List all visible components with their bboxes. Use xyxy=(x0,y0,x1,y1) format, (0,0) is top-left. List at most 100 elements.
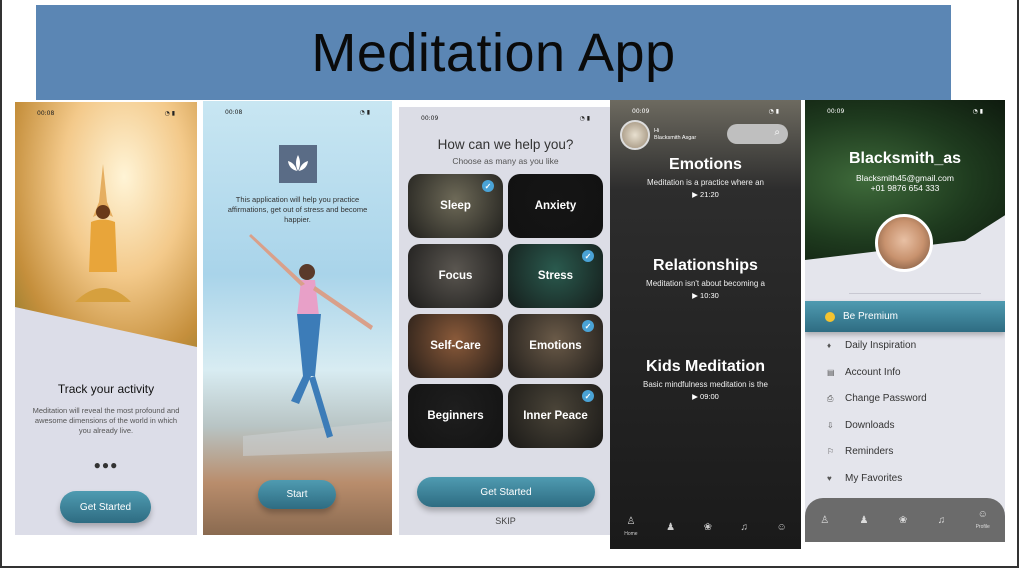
topic-tile[interactable]: Emotions ✓ xyxy=(508,314,603,378)
check-icon: ✓ xyxy=(582,250,594,262)
menu-item-label: My Favorites xyxy=(845,472,903,484)
menu-item-label: Daily Inspiration xyxy=(845,340,917,351)
screen-choose-topics: 00:09 ◔ ▮ How can we help you? Choose as … xyxy=(399,107,612,535)
status-icons: ◔ ▮ xyxy=(359,109,370,116)
status-time: 00:09 xyxy=(827,108,845,115)
get-started-button[interactable]: Get Started xyxy=(60,491,151,523)
user-name: Blacksmith Asgar xyxy=(654,135,697,142)
lotus-icon[interactable]: ❀ xyxy=(704,522,712,533)
lotus-logo-icon xyxy=(279,145,317,183)
screen-home: 00:09 ◔ ▮ Hi Blacksmith Asgar ⌕ Emotions M… xyxy=(610,100,801,549)
topic-label: Anxiety xyxy=(534,200,577,212)
topic-label: Sleep xyxy=(440,200,471,212)
card-duration: 10:30 xyxy=(700,291,719,300)
heart-icon: ♥ xyxy=(827,473,832,483)
menu-item[interactable]: ♥ My Favorites xyxy=(827,473,902,484)
screen-intro: 00:08 ◔ ▮ This application will help you … xyxy=(203,101,392,535)
screen3-subtitle: Choose as many as you like xyxy=(452,156,559,166)
topic-tile[interactable]: Inner Peace ✓ xyxy=(508,384,603,448)
get-started-button[interactable]: Get Started xyxy=(417,477,595,507)
search-input[interactable]: ⌕ xyxy=(727,124,788,144)
pager-dots[interactable]: ●●● xyxy=(15,458,197,472)
search-icon: ⌕ xyxy=(774,127,780,138)
card-duration: 21:20 xyxy=(700,190,719,199)
meditation-card[interactable]: Emotions Meditation is a practice where a… xyxy=(610,156,801,199)
card-title: Emotions xyxy=(669,156,742,173)
skip-link[interactable]: SKIP xyxy=(399,516,612,526)
profile-icon: ☺ xyxy=(977,509,988,520)
password-icon: ⎙ xyxy=(827,393,834,403)
menu-item[interactable]: ⇩ Downloads xyxy=(827,420,894,431)
meditate-icon[interactable]: ♟ xyxy=(666,522,675,533)
status-time: 00:08 xyxy=(37,110,55,117)
menu-item[interactable]: ⚐ Reminders xyxy=(827,446,893,457)
play-icon[interactable]: ▶ xyxy=(692,392,700,401)
card-description: Meditation is a practice where an xyxy=(647,178,764,187)
yoga-person-illustration xyxy=(75,164,131,302)
topic-tile[interactable]: Sleep ✓ xyxy=(408,174,503,238)
topic-tile[interactable]: Self-Care xyxy=(408,314,503,378)
screen1-heading: Track your activity xyxy=(57,382,155,396)
home-icon: ♙ xyxy=(626,516,636,527)
status-icons: ◔ ▮ xyxy=(768,108,779,115)
topic-tile[interactable]: Stress ✓ xyxy=(508,244,603,308)
status-bar: 00:09 ◔ ▮ xyxy=(399,115,612,125)
user-avatar[interactable] xyxy=(620,120,650,150)
meditate-icon[interactable]: ♟ xyxy=(860,515,869,526)
user-greeting: Hi Blacksmith Asgar xyxy=(654,128,696,142)
topic-label: Beginners xyxy=(427,410,484,422)
check-icon: ✓ xyxy=(482,180,494,192)
menu-item[interactable]: ♦ Daily Inspiration xyxy=(827,340,916,351)
banner-title: Meditation App xyxy=(311,22,676,83)
profile-contact: Blacksmith45@gmail.com +01 9876 654 333 xyxy=(805,173,1005,193)
lotus-icon[interactable]: ❀ xyxy=(899,515,907,526)
profile-avatar[interactable] xyxy=(875,214,933,272)
music-icon[interactable]: ♫ xyxy=(938,515,946,526)
be-premium-label: Be Premium xyxy=(843,311,899,322)
card-title: Kids Meditation xyxy=(645,358,766,375)
screen2-body: This application will help you practice … xyxy=(227,195,368,224)
topic-tile[interactable]: Anxiety xyxy=(508,174,603,238)
meditation-card[interactable]: Kids Meditation Basic mindfulness meditat… xyxy=(610,358,801,401)
play-icon[interactable]: ▶ xyxy=(692,291,700,300)
profile-name: Blacksmith_as xyxy=(848,150,962,167)
topic-tile[interactable]: Beginners xyxy=(408,384,503,448)
topic-label: Focus xyxy=(438,270,473,282)
menu-item[interactable]: ▤ Account Info xyxy=(827,367,901,378)
bottom-nav: ♙ Home ♟ ❀ ♫ ☺ xyxy=(610,505,801,549)
menu-item-label: Change Password xyxy=(845,393,927,404)
check-icon: ✓ xyxy=(582,320,594,332)
profile-icon[interactable]: ☺ xyxy=(777,522,787,533)
nav-home-label: Home xyxy=(624,531,638,537)
home-icon[interactable]: ♙ xyxy=(820,515,829,526)
be-premium-button[interactable]: Be Premium xyxy=(805,301,1005,332)
nav-profile[interactable]: ☺ Profile xyxy=(976,509,990,531)
bell-icon: ⚐ xyxy=(827,447,835,456)
inspiration-icon: ♦ xyxy=(827,341,832,350)
music-icon[interactable]: ♫ xyxy=(741,522,749,533)
card-duration: 09:00 xyxy=(700,392,719,401)
status-icons: ◔ ▮ xyxy=(164,110,175,117)
menu-item[interactable]: ⎙ Change Password xyxy=(827,393,927,404)
meditation-card[interactable]: Relationships Meditation isn't about beco… xyxy=(610,257,801,300)
download-icon: ⇩ xyxy=(827,420,834,430)
status-icons: ◔ ▮ xyxy=(579,115,590,122)
card-title: Relationships xyxy=(653,257,758,274)
bottom-nav: ♙ ♟ ❀ ♫ ☺ Profile xyxy=(805,498,1005,542)
screen-track-activity: 00:08 ◔ ▮ Track your activity Meditation … xyxy=(15,102,197,535)
topic-label: Self-Care xyxy=(430,340,481,352)
topic-tile[interactable]: Focus xyxy=(408,244,503,308)
play-icon[interactable]: ▶ xyxy=(692,190,700,199)
profile-phone: +01 9876 654 333 xyxy=(870,183,940,194)
status-bar: 00:09 ◔ ▮ xyxy=(610,108,801,118)
nav-home[interactable]: ♙ Home xyxy=(624,516,637,538)
menu-item-label: Account Info xyxy=(845,366,901,378)
profile-email: Blacksmith45@gmail.com xyxy=(856,173,954,183)
screen3-title: How can we help you? xyxy=(437,137,574,152)
topic-label: Inner Peace xyxy=(523,410,588,422)
hero-image: 00:08 ◔ ▮ xyxy=(15,102,197,347)
status-time: 00:08 xyxy=(225,109,243,116)
card-description: Meditation isn't about becoming a xyxy=(646,279,765,288)
start-button[interactable]: Start xyxy=(258,480,336,509)
menu-item-label: Downloads xyxy=(845,419,895,431)
